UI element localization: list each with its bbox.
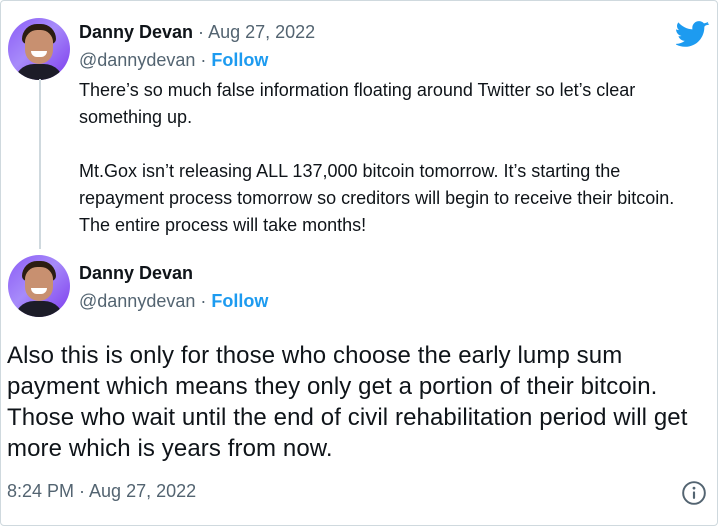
- tweet-date[interactable]: Aug 27, 2022: [208, 22, 315, 42]
- embedded-tweet-card: Danny Devan · Aug 27, 2022 @dannydevan ·…: [0, 0, 718, 526]
- follow-button[interactable]: Follow: [211, 291, 268, 311]
- first-tweet-handle-row: @dannydevan · Follow: [79, 50, 268, 71]
- twitter-bird-icon[interactable]: [676, 21, 710, 49]
- handle-separator: ·: [195, 291, 212, 311]
- main-tweet-header: Danny Devan: [79, 263, 193, 284]
- author-handle[interactable]: @dannydevan: [79, 50, 195, 70]
- tweet-paragraph: Mt.Gox isn’t releasing ALL 137,000 bitco…: [79, 161, 675, 235]
- first-tweet-text: There’s so much false information floati…: [79, 77, 709, 239]
- main-tweet-text: Also this is only for those who choose t…: [7, 342, 688, 462]
- author-name[interactable]: Danny Devan: [79, 22, 193, 42]
- main-tweet-handle-row: @dannydevan · Follow: [79, 291, 268, 312]
- handle-separator: ·: [195, 50, 212, 70]
- author-handle[interactable]: @dannydevan: [79, 291, 195, 311]
- info-icon[interactable]: [681, 480, 707, 506]
- first-tweet-header: Danny Devan · Aug 27, 2022: [79, 22, 315, 43]
- tweet-paragraph: There’s so much false information floati…: [79, 80, 636, 127]
- thread-connector-line: [39, 79, 41, 249]
- author-avatar[interactable]: [8, 18, 70, 80]
- author-avatar[interactable]: [8, 255, 70, 317]
- follow-button[interactable]: Follow: [211, 50, 268, 70]
- author-name[interactable]: Danny Devan: [79, 263, 193, 283]
- header-separator: ·: [193, 22, 209, 42]
- tweet-timestamp[interactable]: 8:24 PM · Aug 27, 2022: [7, 481, 196, 502]
